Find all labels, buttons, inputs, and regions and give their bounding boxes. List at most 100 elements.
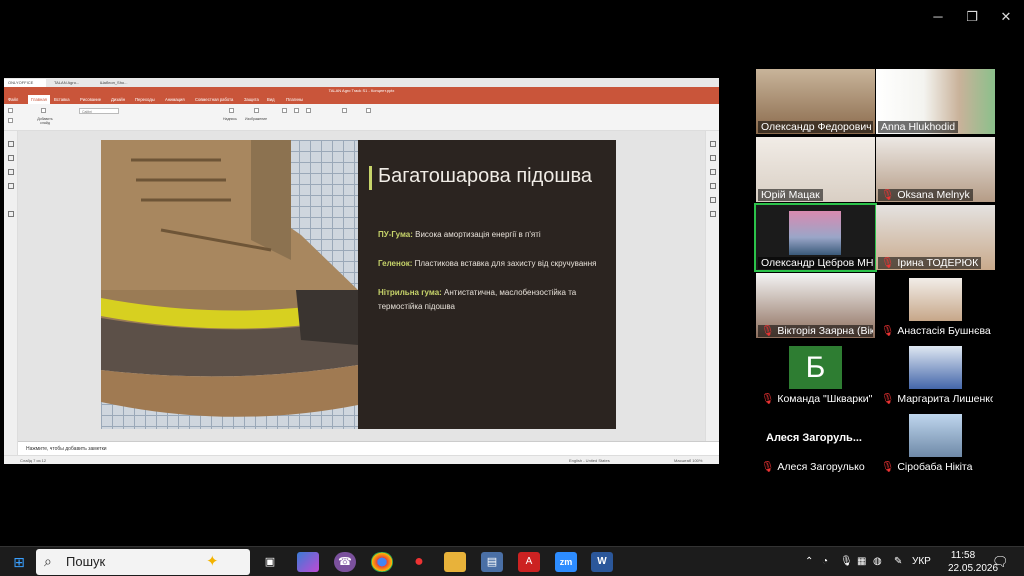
participant-tile-active-speaker[interactable]: Олександр Цебров МН...: [754, 203, 877, 272]
font-select[interactable]: Calibri: [79, 108, 119, 114]
task-view-icon[interactable]: ▣: [259, 552, 281, 572]
paste-icon[interactable]: [8, 108, 13, 113]
menu-plugins[interactable]: Плагины: [286, 95, 303, 104]
table-settings-icon[interactable]: [710, 197, 716, 203]
chrome-icon[interactable]: [371, 552, 393, 572]
zoom-icon[interactable]: zm: [555, 552, 577, 572]
image-icon[interactable]: [254, 108, 259, 113]
record-icon[interactable]: ●: [408, 552, 430, 572]
copy-icon[interactable]: [8, 118, 13, 123]
tab-document-2[interactable]: Шаблон_Sho...: [96, 79, 138, 87]
bullet-pu-rubber[interactable]: ПУ-Гума: Висока амортизація енергії в п'…: [378, 228, 608, 242]
copilot-icon[interactable]: [297, 552, 319, 572]
participant-tile[interactable]: Алеся Загоруль... 🎙 Алеся Загорулько: [756, 409, 875, 474]
taskbar-search[interactable]: ⌕ Пошук ✦: [36, 549, 250, 575]
arrange-icon[interactable]: [342, 108, 347, 113]
menu-file[interactable]: Файл: [8, 95, 18, 104]
slide-title[interactable]: Багатошарова підошва: [378, 165, 592, 188]
image-settings-icon[interactable]: [710, 169, 716, 175]
shapes-icon[interactable]: [306, 108, 311, 113]
comments-icon[interactable]: [8, 169, 14, 175]
bullet-label: Геленок:: [378, 259, 413, 268]
zoom-meeting-screen: ─ ❐ ✕ ONLYOFFICE TALAN Agro... Шаблон_Sh…: [0, 0, 1024, 576]
save-icon[interactable]: ▤: [481, 552, 503, 572]
language-indicator[interactable]: УКР: [912, 547, 931, 576]
participant-name: 🎙 Команда "Шкварки": [758, 393, 873, 405]
tab-onlyoffice[interactable]: ONLYOFFICE: [4, 79, 46, 87]
muted-mic-icon: 🎙: [881, 393, 895, 405]
participant-tile[interactable]: 🎙Вікторія Заярна (Вікт...: [756, 273, 875, 338]
file-explorer-icon[interactable]: [444, 552, 466, 572]
chat-icon[interactable]: [8, 183, 14, 189]
participant-tile[interactable]: Б 🎙 Команда "Шкварки": [756, 341, 875, 406]
bullet-shank[interactable]: Геленок: Пластикова вставка для захисту …: [378, 257, 608, 271]
restore-button[interactable]: ❐: [963, 8, 981, 26]
notes-field[interactable]: Нажмите, чтобы добавить заметки: [18, 441, 719, 455]
search-icon[interactable]: [8, 141, 14, 147]
tray-icon[interactable]: ◍: [873, 547, 882, 576]
tray-icon[interactable]: ◔: [822, 547, 828, 576]
bullet-label: Нітрильна гума:: [378, 288, 442, 297]
menu-draw[interactable]: Рисование: [80, 95, 101, 104]
muted-mic-icon: 🎙: [881, 325, 895, 337]
caption-icon[interactable]: [229, 108, 234, 113]
participant-tile[interactable]: 🎙 Анастасія Бушнєва: [876, 273, 995, 338]
shape-settings-icon[interactable]: [710, 155, 716, 161]
replace-icon[interactable]: [366, 108, 371, 113]
text-settings-icon[interactable]: [710, 183, 716, 189]
menu-bar: Файл Главная Вставка Рисование Дизайн Пе…: [4, 95, 719, 104]
chart-settings-icon[interactable]: [710, 211, 716, 217]
clock[interactable]: 11:58 22.05.2026: [948, 549, 999, 575]
participant-name-text: Алеся Загорулько: [777, 461, 865, 473]
shapes-icon[interactable]: [294, 108, 299, 113]
participant-name: 🎙Вікторія Заярна (Вікт...: [758, 325, 873, 337]
plugin-icon[interactable]: [8, 211, 14, 217]
slide[interactable]: Багатошарова підошва ПУ-Гума: Висока амо…: [101, 140, 616, 429]
participant-tile[interactable]: Anna Hlukhodid: [876, 69, 995, 134]
notification-icon[interactable]: 🗨: [992, 547, 1009, 576]
menu-insert[interactable]: Вставка: [54, 95, 70, 104]
participant-tile[interactable]: Юрій Мацак: [756, 137, 875, 202]
menu-transitions[interactable]: Переходы: [135, 95, 155, 104]
chevron-up-icon[interactable]: ⌃: [805, 547, 813, 576]
profile-picture: [789, 211, 841, 255]
app-tabbar: ONLYOFFICE TALAN Agro... Шаблон_Sho...: [4, 78, 719, 87]
participant-name: Anna Hlukhodid: [878, 121, 959, 133]
tab-document-1[interactable]: TALAN Agro...: [50, 79, 92, 87]
participant-tile[interactable]: 🎙 Oksana Melnyk: [876, 137, 995, 202]
menu-collaboration[interactable]: Совместная работа: [195, 95, 233, 104]
date: 22.05.2026: [948, 563, 999, 574]
add-slide-label: Добавить слайд: [37, 117, 53, 125]
participant-tile[interactable]: 🎙 Ірина ТОДЕРЮК: [876, 205, 995, 270]
participant-tile[interactable]: 🎙 Сіробаба Нікіта: [876, 409, 995, 474]
participant-name: 🎙 Анастасія Бушнєва: [878, 325, 993, 337]
boot-illustration: [101, 140, 358, 417]
menu-animation[interactable]: Анимация: [165, 95, 185, 104]
menu-view[interactable]: Вид: [267, 95, 275, 104]
slides-icon[interactable]: [8, 155, 14, 161]
sparkle-icon: ✦: [206, 553, 219, 570]
windows-start-icon[interactable]: ⊞: [8, 552, 30, 572]
zoom-status[interactable]: Масштаб 100%: [674, 456, 702, 464]
add-slide-icon[interactable]: [41, 108, 46, 113]
image-label: Изображение: [245, 117, 268, 121]
microphone-icon[interactable]: 🎙: [840, 547, 853, 576]
close-button[interactable]: ✕: [997, 8, 1015, 26]
language-status[interactable]: English - United States: [569, 456, 610, 464]
pdf-icon[interactable]: A: [518, 552, 540, 572]
slide-settings-icon[interactable]: [710, 141, 716, 147]
bullet-nitrile-rubber[interactable]: Нітрильна гума: Антистатична, маслобензо…: [378, 286, 606, 314]
profile-picture: [909, 414, 962, 457]
menu-home[interactable]: Главная: [28, 95, 50, 104]
menu-design[interactable]: Дизайн: [111, 95, 125, 104]
tray-icon[interactable]: ▦: [857, 547, 866, 576]
menu-protection[interactable]: Защита: [244, 95, 259, 104]
pen-icon[interactable]: ✎: [894, 547, 902, 576]
participant-tile[interactable]: Олександр Федорович: [756, 69, 875, 134]
shapes-icon[interactable]: [282, 108, 287, 113]
word-icon[interactable]: W: [591, 552, 613, 572]
participant-tile[interactable]: 🎙Маргарита Лишенко...: [876, 341, 995, 406]
minimize-button[interactable]: ─: [929, 8, 947, 26]
participant-name: 🎙 Oksana Melnyk: [878, 189, 973, 201]
viber-icon[interactable]: ☎: [334, 552, 356, 572]
